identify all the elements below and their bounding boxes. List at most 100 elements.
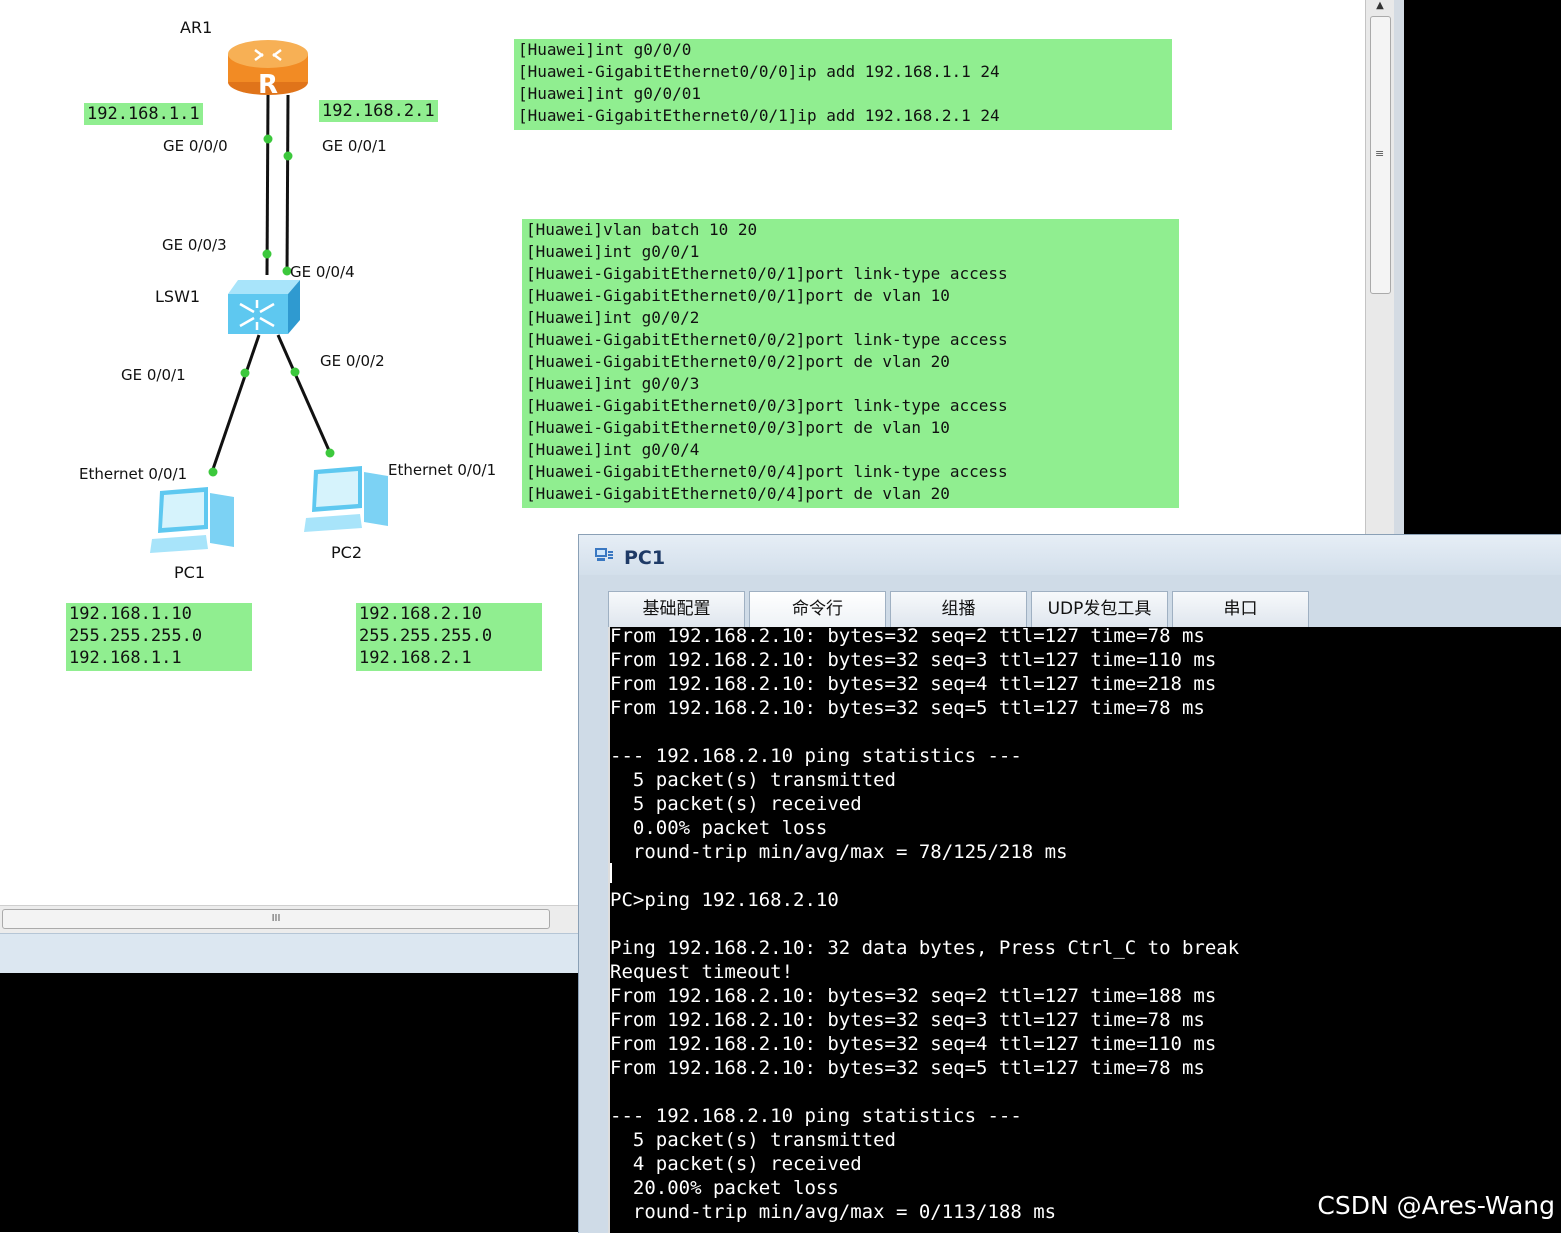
router-if-left: GE 0/0/0: [163, 137, 228, 155]
pc1-window[interactable]: PC1 基础配置 命令行 组播 UDP发包工具 串口 From 192.168.…: [578, 534, 1561, 1233]
terminal-line: --- 192.168.2.10 ping statistics ---: [610, 1105, 1022, 1127]
router-letter: R: [258, 70, 278, 98]
switch-icon[interactable]: [226, 276, 304, 338]
terminal-line: From 192.168.2.10: bytes=32 seq=3 ttl=12…: [610, 649, 1217, 671]
watermark: CSDN @Ares-Wang: [1317, 1191, 1555, 1220]
text-caret: [610, 863, 612, 883]
router-icon[interactable]: R: [225, 36, 311, 98]
router-ip-left: 192.168.1.1: [84, 103, 203, 125]
pc2-icon[interactable]: [302, 464, 394, 536]
terminal-line: 5 packet(s) received: [610, 793, 862, 815]
vertical-scrollbar[interactable]: ▲ ≡: [1365, 0, 1395, 535]
terminal-line: From 192.168.2.10: bytes=32 seq=4 ttl=12…: [610, 1033, 1217, 1055]
terminal-line: From 192.168.2.10: bytes=32 seq=4 ttl=12…: [610, 673, 1217, 695]
config-line: [Huawei-GigabitEthernet0/0/0]ip add 192.…: [518, 62, 1000, 81]
config-line: [Huawei-GigabitEthernet0/0/4]port link-t…: [526, 462, 1008, 481]
port-dot: [283, 151, 293, 161]
tab-basic-config[interactable]: 基础配置: [608, 591, 745, 627]
pc-window-icon: [595, 548, 613, 561]
terminal-line: 4 packet(s) received: [610, 1153, 862, 1175]
vertical-scroll-thumb[interactable]: ≡: [1370, 16, 1391, 294]
config-line: [Huawei-GigabitEthernet0/0/1]port link-t…: [526, 264, 1008, 283]
config-line: [Huawei-GigabitEthernet0/0/1]port de vla…: [526, 286, 950, 305]
router-if-right: GE 0/0/1: [322, 137, 387, 155]
terminal[interactable]: From 192.168.2.10: bytes=32 seq=2 ttl=12…: [608, 627, 1561, 1233]
terminal-line: From 192.168.2.10: bytes=32 seq=3 ttl=12…: [610, 1009, 1205, 1031]
config-line: [Huawei-GigabitEthernet0/0/2]port de vla…: [526, 352, 950, 371]
port-dot: [290, 367, 300, 377]
pc1-icon[interactable]: [148, 485, 240, 557]
config-line: [Huawei-GigabitEthernet0/0/3]port link-t…: [526, 396, 1008, 415]
grip-icon: ≡: [1375, 147, 1385, 160]
terminal-output: From 192.168.2.10: bytes=32 seq=2 ttl=12…: [610, 627, 1239, 1224]
pc1-ip: 192.168.1.10: [69, 604, 192, 624]
config-line: [Huawei]int g0/0/2: [526, 308, 700, 327]
tab-multicast[interactable]: 组播: [890, 591, 1027, 627]
switch-if-up-left: GE 0/0/3: [162, 236, 227, 254]
terminal-line: 5 packet(s) transmitted: [610, 769, 896, 791]
port-dot: [263, 134, 273, 144]
horizontal-scroll-thumb[interactable]: III: [2, 909, 550, 929]
pc2-interface: Ethernet 0/0/1: [388, 461, 497, 479]
switch-if-down-left: GE 0/0/1: [121, 366, 186, 384]
link-ar1-lsw1-a[interactable]: [265, 94, 270, 276]
horizontal-scrollbar[interactable]: III: [0, 905, 578, 934]
panel-splitter[interactable]: [1394, 0, 1404, 535]
switch-if-down-right: GE 0/0/2: [320, 352, 385, 370]
pc2-mask: 255.255.255.0: [359, 626, 493, 646]
router-config-box: [Huawei]int g0/0/0 [Huawei-GigabitEthern…: [514, 39, 1172, 130]
scroll-up-icon[interactable]: ▲: [1370, 0, 1390, 14]
tab-command-line[interactable]: 命令行: [749, 591, 886, 627]
pc1-interface: Ethernet 0/0/1: [79, 465, 188, 483]
link-lsw1-pc1[interactable]: [209, 334, 261, 476]
window-titlebar[interactable]: PC1: [579, 535, 1561, 575]
port-dot: [240, 368, 250, 378]
terminal-line: --- 192.168.2.10 ping statistics ---: [610, 745, 1022, 767]
window-title: PC1: [624, 547, 666, 569]
terminal-line: Request timeout!: [610, 961, 794, 983]
config-line: [Huawei-GigabitEthernet0/0/3]port de vla…: [526, 418, 950, 437]
config-line: [Huawei]int g0/0/0: [518, 40, 692, 59]
switch-if-up-right: GE 0/0/4: [290, 263, 355, 281]
router-name: AR1: [180, 18, 213, 37]
config-line: [Huawei]int g0/0/3: [526, 374, 700, 393]
terminal-line: PC>ping 192.168.2.10: [610, 889, 839, 911]
pc1-gateway: 192.168.1.1: [69, 648, 182, 668]
terminal-line: round-trip min/avg/max = 78/125/218 ms: [610, 841, 1068, 863]
terminal-line: 5 packet(s) transmitted: [610, 1129, 896, 1151]
status-panel: [0, 933, 578, 974]
terminal-line: From 192.168.2.10: bytes=32 seq=5 ttl=12…: [610, 697, 1205, 719]
terminal-line: 0.00% packet loss: [610, 817, 828, 839]
tab-udp-tool[interactable]: UDP发包工具: [1031, 591, 1168, 627]
terminal-line: 20.00% packet loss: [610, 1177, 839, 1199]
router-ip-right: 192.168.2.1: [319, 100, 438, 122]
pc2-ip: 192.168.2.10: [359, 604, 482, 624]
bottom-dark-panel: [0, 973, 578, 1232]
switch-name: LSW1: [155, 287, 201, 306]
terminal-line: round-trip min/avg/max = 0/113/188 ms: [610, 1201, 1057, 1223]
config-line: [Huawei-GigabitEthernet0/0/4]port de vla…: [526, 484, 950, 503]
port-dot: [325, 448, 335, 458]
terminal-line: Ping 192.168.2.10: 32 data bytes, Press …: [610, 937, 1240, 959]
tab-serial[interactable]: 串口: [1172, 591, 1309, 627]
config-line: [Huawei]int g0/0/01: [518, 84, 702, 103]
port-dot: [262, 249, 272, 259]
terminal-line: From 192.168.2.10: bytes=32 seq=2 ttl=12…: [610, 627, 1205, 647]
port-dot: [208, 467, 218, 477]
terminal-line: From 192.168.2.10: bytes=32 seq=2 ttl=12…: [610, 985, 1217, 1007]
config-line: [Huawei-GigabitEthernet0/0/2]port link-t…: [526, 330, 1008, 349]
link-ar1-lsw1-b[interactable]: [285, 94, 290, 276]
switch-config-box: [Huawei]vlan batch 10 20 [Huawei]int g0/…: [522, 219, 1179, 508]
right-dark-panel: [1404, 0, 1561, 535]
pc1-mask: 255.255.255.0: [69, 626, 203, 646]
config-line: [Huawei-GigabitEthernet0/0/1]ip add 192.…: [518, 106, 1000, 125]
config-line: [Huawei]vlan batch 10 20: [526, 220, 758, 239]
pc1-name: PC1: [174, 563, 205, 582]
pc1-ip-box: 192.168.1.10 255.255.255.0 192.168.1.1: [66, 603, 252, 671]
pc2-ip-box: 192.168.2.10 255.255.255.0 192.168.2.1: [356, 603, 542, 671]
config-line: [Huawei]int g0/0/4: [526, 440, 700, 459]
